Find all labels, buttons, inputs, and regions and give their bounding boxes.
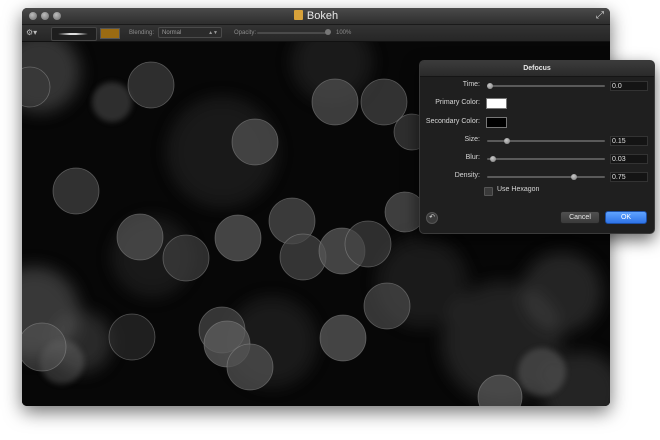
size-field[interactable]: 0.15 <box>610 136 648 146</box>
blur-field[interactable]: 0.03 <box>610 154 648 164</box>
select-arrows-icon: ▲▼ <box>208 30 218 36</box>
blending-label: Blending: <box>129 30 155 36</box>
blending-select[interactable]: Normal ▲▼ <box>158 27 222 38</box>
title-bar: Bokeh ⤢ <box>22 8 610 25</box>
opacity-slider-knob[interactable] <box>325 29 331 35</box>
window-title: Bokeh <box>306 10 339 22</box>
cancel-button[interactable]: Cancel <box>560 211 600 224</box>
use-hexagon-checkbox[interactable] <box>484 187 493 196</box>
density-slider[interactable] <box>487 176 605 178</box>
secondary-color-label: Secondary Color: <box>425 118 480 125</box>
brush-stroke-icon <box>58 33 88 35</box>
size-label: Size: <box>464 136 480 143</box>
use-hexagon-label: Use Hexagon <box>497 186 540 193</box>
blur-label: Blur: <box>465 154 480 161</box>
opacity-slider[interactable] <box>257 32 329 34</box>
density-field[interactable]: 0.75 <box>610 172 648 182</box>
document-icon <box>293 10 303 20</box>
opacity-value: 100% <box>336 30 352 36</box>
brush-color-well[interactable] <box>100 28 120 39</box>
gear-icon[interactable]: ⚙▾ <box>26 25 42 41</box>
density-slider-knob[interactable] <box>571 174 577 180</box>
brush-preview-button[interactable] <box>51 27 97 41</box>
toolbar: ⚙▾ Blending: Normal ▲▼ Opacity: 100% <box>22 25 610 42</box>
blending-value: Normal <box>162 30 182 36</box>
time-label: Time: <box>462 81 480 88</box>
primary-color-well[interactable] <box>486 98 507 109</box>
blur-slider[interactable] <box>487 158 605 160</box>
size-slider-knob[interactable] <box>503 138 510 144</box>
dialog-title: Defocus <box>420 61 654 77</box>
ok-button[interactable]: OK <box>605 211 647 224</box>
time-slider[interactable] <box>487 85 605 87</box>
primary-color-label: Primary Color: <box>435 99 480 106</box>
window-title-area: Bokeh <box>22 10 610 22</box>
opacity-label: Opacity: <box>234 30 257 36</box>
blur-slider-knob[interactable] <box>490 156 497 162</box>
expand-arrows-icon[interactable]: ⤢ <box>596 10 604 21</box>
defocus-dialog: Defocus Time: 0.0 Primary Color: Seconda… <box>419 60 655 234</box>
reset-icon[interactable]: ↶ <box>426 212 438 224</box>
density-label: Density: <box>454 172 480 179</box>
secondary-color-well[interactable] <box>486 117 507 128</box>
time-field[interactable]: 0.0 <box>610 81 648 91</box>
time-slider-knob[interactable] <box>487 83 493 89</box>
